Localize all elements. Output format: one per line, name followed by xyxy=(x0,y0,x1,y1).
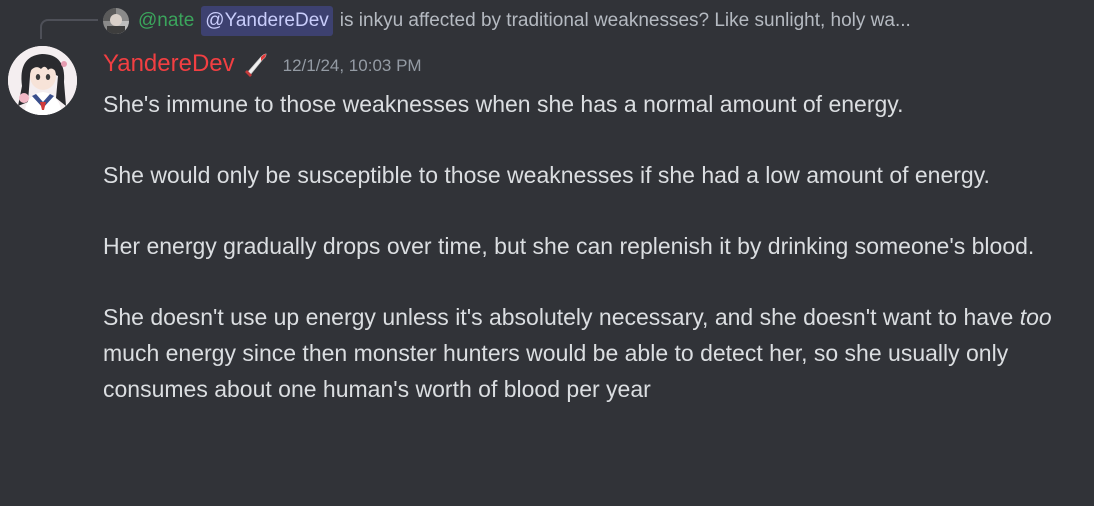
message-header: YandereDev 12/1/24, 10:03 PM xyxy=(103,47,422,81)
timestamp[interactable]: 12/1/24, 10:03 PM xyxy=(283,49,422,83)
chat-message: @nate @YandereDev is inkyu affected by t… xyxy=(0,0,1094,506)
message-content: She's immune to those weaknesses when sh… xyxy=(103,86,1063,407)
knife-icon[interactable] xyxy=(241,49,271,79)
message-paragraph: She would only be susceptible to those w… xyxy=(103,162,990,188)
message-paragraph: Her energy gradually drops over time, bu… xyxy=(103,233,1035,259)
message-paragraph: She doesn't use up energy unless it's ab… xyxy=(103,299,1063,407)
avatar[interactable] xyxy=(8,46,77,115)
message-paragraph: She's immune to those weaknesses when sh… xyxy=(103,91,904,117)
reply-mention[interactable]: @YandereDev xyxy=(201,6,333,36)
reply-connector-line xyxy=(40,19,98,39)
reply-text[interactable]: is inkyu affected by traditional weaknes… xyxy=(340,6,911,36)
emphasis-text: too xyxy=(1019,304,1052,330)
reply-preview[interactable]: @nate @YandereDev is inkyu affected by t… xyxy=(103,6,911,36)
username[interactable]: YandereDev xyxy=(103,47,235,81)
paragraph-text: much energy since then monster hunters w… xyxy=(103,340,1009,402)
reply-author[interactable]: @nate xyxy=(138,6,194,36)
reply-avatar[interactable] xyxy=(103,8,129,34)
paragraph-text: She doesn't use up energy unless it's ab… xyxy=(103,304,1020,330)
